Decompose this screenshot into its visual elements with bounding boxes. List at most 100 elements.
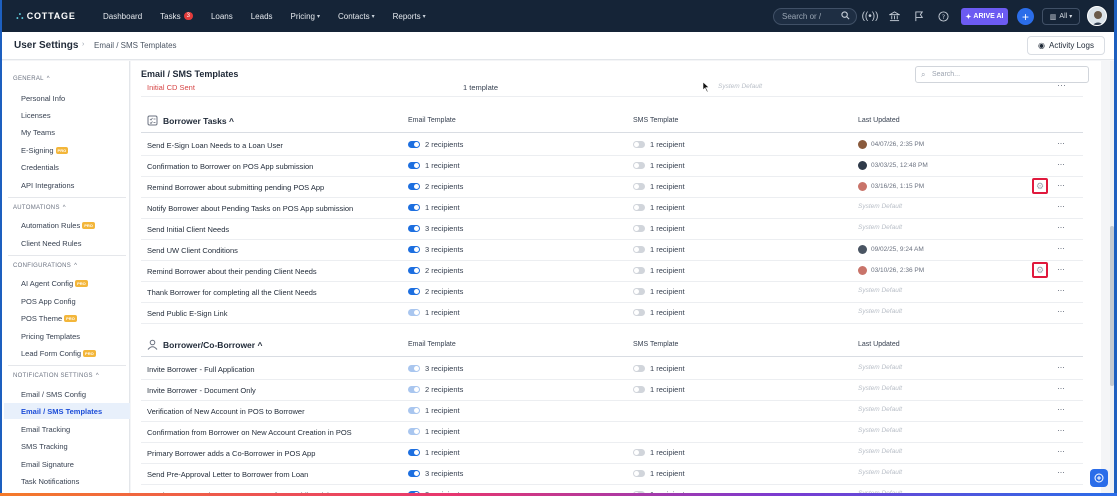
sidebar-item-e-signing[interactable]: E-Signing PRO [21, 146, 69, 155]
table-row[interactable]: Notify Borrower about Pending Tasks on P… [141, 198, 1083, 219]
email-toggle[interactable] [408, 470, 420, 477]
arive-ai-button[interactable]: ✦ ARIVE AI [961, 8, 1008, 25]
email-toggle[interactable] [408, 386, 420, 393]
nav-dashboard[interactable]: Dashboard [103, 12, 142, 21]
workspace-select[interactable]: ▥ All ▾ [1042, 8, 1080, 25]
table-row[interactable]: Send E-Sign Loan Needs to a Loan User 2 r… [141, 135, 1083, 156]
sidebar-item-pricing-templates[interactable]: Pricing Templates [21, 332, 80, 341]
nav-reports[interactable]: Reports ▾ [393, 12, 426, 21]
user-avatar[interactable] [1087, 6, 1107, 26]
group-header[interactable]: Borrower/Co-Borrower ^ Email Template SMS … [141, 333, 1083, 357]
template-name[interactable]: Send E-Sign Loan Needs to a Loan User [147, 141, 283, 150]
nav-contacts[interactable]: Contacts ▾ [338, 12, 375, 21]
more-options-icon[interactable]: ··· [1057, 138, 1065, 148]
email-toggle[interactable] [408, 225, 420, 232]
template-name[interactable]: Invite Borrower - Full Application [147, 365, 255, 374]
nav-pricing[interactable]: Pricing ▾ [291, 12, 320, 21]
flag-icon[interactable] [913, 10, 925, 22]
email-toggle[interactable] [408, 449, 420, 456]
sidebar-item-automation-rules[interactable]: Automation Rules PRO [21, 221, 95, 230]
more-options-icon[interactable]: ··· [1057, 404, 1065, 414]
table-row[interactable]: Verification of New Account in POS to Bo… [141, 401, 1083, 422]
more-options-icon[interactable]: ··· [1057, 264, 1065, 274]
table-row[interactable]: Send Public E-Sign Link 1 recipient 1 reci… [141, 303, 1083, 324]
nav-leads[interactable]: Leads [251, 12, 273, 21]
table-row[interactable]: Primary Borrower adds a Co-Borrower in P… [141, 443, 1083, 464]
global-search-input[interactable]: Search or / [773, 8, 857, 25]
sidebar-item-credentials[interactable]: Credentials [21, 163, 59, 172]
template-name[interactable]: Confirmation from Borrower on New Accoun… [147, 428, 352, 437]
sidebar-item-client-need-rules[interactable]: Client Need Rules [21, 239, 81, 248]
sms-toggle[interactable] [633, 204, 645, 211]
sms-toggle[interactable] [633, 141, 645, 148]
sidebar-item-sms-tracking[interactable]: SMS Tracking [21, 442, 68, 451]
template-name[interactable]: Verification of New Account in POS to Bo… [147, 407, 305, 416]
table-row[interactable]: Send Pre-Approval Letter to Borrower fro… [141, 464, 1083, 485]
template-name[interactable]: Send Pre-Approval Letter to Borrower fro… [147, 470, 308, 479]
template-name[interactable]: Thank Borrower for completing all the Cl… [147, 288, 317, 297]
table-row[interactable]: Thank Borrower for completing all the Cl… [141, 282, 1083, 303]
sms-toggle[interactable] [633, 386, 645, 393]
template-name[interactable]: Initial CD Sent [147, 83, 195, 92]
table-row[interactable]: Remind Borrower about their pending Clie… [141, 261, 1083, 282]
table-row[interactable]: Invite Borrower - Document Only 2 recipie… [141, 380, 1083, 401]
table-row[interactable]: Send UW Client Conditions 3 recipients 1 r… [141, 240, 1083, 261]
sms-toggle[interactable] [633, 183, 645, 190]
sidebar-item-email-sms-config[interactable]: Email / SMS Config [21, 390, 86, 399]
email-toggle[interactable] [408, 365, 420, 372]
table-row-partial[interactable]: Initial CD Sent 1 template System Defaul… [141, 83, 1083, 97]
template-name[interactable]: Send Public E-Sign Link [147, 309, 227, 318]
create-new-button[interactable]: + [1017, 8, 1034, 25]
sms-toggle[interactable] [633, 288, 645, 295]
templates-search-input[interactable]: ⌕ Search... [915, 66, 1089, 83]
broadcast-icon[interactable]: ((•)) [862, 10, 879, 22]
more-options-icon[interactable]: ··· [1057, 362, 1065, 372]
sidebar-section-configurations[interactable]: CONFIGURATIONS ^ [13, 263, 77, 269]
template-name[interactable]: Primary Borrower adds a Co-Borrower in P… [147, 449, 315, 458]
more-options-icon[interactable]: ··· [1057, 159, 1065, 169]
sms-toggle[interactable] [633, 309, 645, 316]
bank-icon[interactable] [888, 10, 900, 22]
sms-toggle[interactable] [633, 449, 645, 456]
email-toggle[interactable] [408, 288, 420, 295]
template-name[interactable]: Notify Borrower about Pending Tasks on P… [147, 204, 353, 213]
more-options-icon[interactable]: ··· [1057, 243, 1065, 253]
more-options-icon[interactable]: ··· [1057, 425, 1065, 435]
email-toggle[interactable] [408, 183, 420, 190]
help-chat-button[interactable] [1090, 469, 1108, 487]
sidebar-item-my-teams[interactable]: My Teams [21, 128, 55, 137]
group-name[interactable]: Borrower Tasks ^ [163, 116, 234, 126]
group-header[interactable]: Borrower Tasks ^ Email Template SMS Templa… [141, 109, 1083, 133]
gear-icon[interactable]: ⚙ [1032, 262, 1048, 278]
sidebar-section-notification-settings[interactable]: NOTIFICATION SETTINGS ^ [13, 373, 99, 379]
sidebar-item-personal-info[interactable]: Personal Info [21, 94, 65, 103]
template-name[interactable]: Invite Borrower - Document Only [147, 386, 256, 395]
sms-toggle[interactable] [633, 365, 645, 372]
sidebar-item-pos-app-config[interactable]: POS App Config [21, 297, 76, 306]
sms-toggle[interactable] [633, 267, 645, 274]
sidebar-item-task-notifications[interactable]: Task Notifications [21, 477, 79, 486]
table-row[interactable]: Send Initial Client Needs 3 recipients 1 r… [141, 219, 1083, 240]
email-toggle[interactable] [408, 407, 420, 414]
nav-tasks[interactable]: Tasks 3 [160, 12, 193, 21]
template-name[interactable]: Remind Borrower about submitting pending… [147, 183, 324, 192]
template-name[interactable]: Remind Borrower about their pending Clie… [147, 267, 317, 276]
sms-toggle[interactable] [633, 470, 645, 477]
sms-toggle[interactable] [633, 225, 645, 232]
sms-toggle[interactable] [633, 246, 645, 253]
template-name[interactable]: Send Initial Client Needs [147, 225, 229, 234]
sidebar-item-email-tracking[interactable]: Email Tracking [21, 425, 70, 434]
sidebar-item-licenses[interactable]: Licenses [21, 111, 51, 120]
table-row[interactable]: Confirmation to Borrower on POS App subm… [141, 156, 1083, 177]
more-options-icon[interactable]: ··· [1057, 446, 1065, 456]
email-toggle[interactable] [408, 309, 420, 316]
more-options-icon[interactable]: ··· [1057, 383, 1065, 393]
email-toggle[interactable] [408, 428, 420, 435]
sms-toggle[interactable] [633, 162, 645, 169]
sidebar-item-email-sms-templates[interactable]: Email / SMS Templates [4, 403, 130, 419]
nav-loans[interactable]: Loans [211, 12, 233, 21]
breadcrumb[interactable]: Email / SMS Templates [94, 41, 177, 50]
more-options-icon[interactable]: ··· [1057, 201, 1065, 211]
more-options-icon[interactable]: ··· [1057, 222, 1065, 232]
sidebar-item-ai-agent-config[interactable]: AI Agent Config PRO [21, 279, 88, 288]
